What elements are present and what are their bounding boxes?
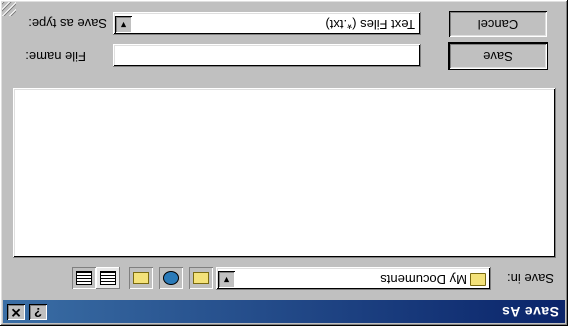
title-bar[interactable]: Save As ? ✕ xyxy=(3,300,565,323)
help-icon: ? xyxy=(34,305,42,320)
cancel-button[interactable]: Cancel xyxy=(449,11,547,37)
up-folder-button[interactable] xyxy=(189,267,213,289)
save-as-type-dropdown-button[interactable]: ▼ xyxy=(115,16,132,33)
save-button-label: Save xyxy=(483,49,513,64)
save-as-type-label: Save as type: xyxy=(28,16,107,31)
window-title: Save As xyxy=(501,304,559,320)
details-view-icon xyxy=(76,271,92,285)
file-name-label: File name: xyxy=(25,49,86,64)
folder-icon xyxy=(470,273,486,286)
chevron-down-icon: ▼ xyxy=(119,20,128,30)
help-button[interactable]: ? xyxy=(29,304,47,320)
toolbar xyxy=(53,267,213,289)
desktop-button[interactable] xyxy=(159,267,183,289)
resize-grip[interactable] xyxy=(2,2,16,16)
dialog-content: Save As ? ✕ Save in: My Documents ▼ File… xyxy=(0,0,568,326)
close-icon: ✕ xyxy=(10,305,22,320)
save-as-dialog: Save As ? ✕ Save in: My Documents ▼ File… xyxy=(0,0,568,326)
save-in-value: My Documents xyxy=(380,272,467,287)
desktop-icon xyxy=(163,271,179,285)
save-as-type-value: Text Files (*.txt) xyxy=(325,17,415,32)
chevron-down-icon: ▼ xyxy=(222,275,231,285)
details-view-button[interactable] xyxy=(72,267,96,289)
list-view-button[interactable] xyxy=(96,267,120,289)
file-list-view[interactable] xyxy=(13,88,556,258)
new-folder-icon xyxy=(133,272,149,284)
close-button[interactable]: ✕ xyxy=(7,304,25,320)
up-folder-icon xyxy=(193,272,209,284)
save-as-type-combobox[interactable]: Text Files (*.txt) ▼ xyxy=(113,12,421,35)
new-folder-button[interactable] xyxy=(129,267,153,289)
save-in-combobox[interactable]: My Documents ▼ xyxy=(216,267,491,290)
list-view-icon xyxy=(100,271,116,285)
save-in-label: Save in: xyxy=(507,271,554,286)
cancel-button-label: Cancel xyxy=(477,17,519,32)
file-name-field[interactable] xyxy=(113,44,421,67)
save-in-dropdown-button[interactable]: ▼ xyxy=(218,271,235,288)
save-button[interactable]: Save xyxy=(448,42,548,70)
